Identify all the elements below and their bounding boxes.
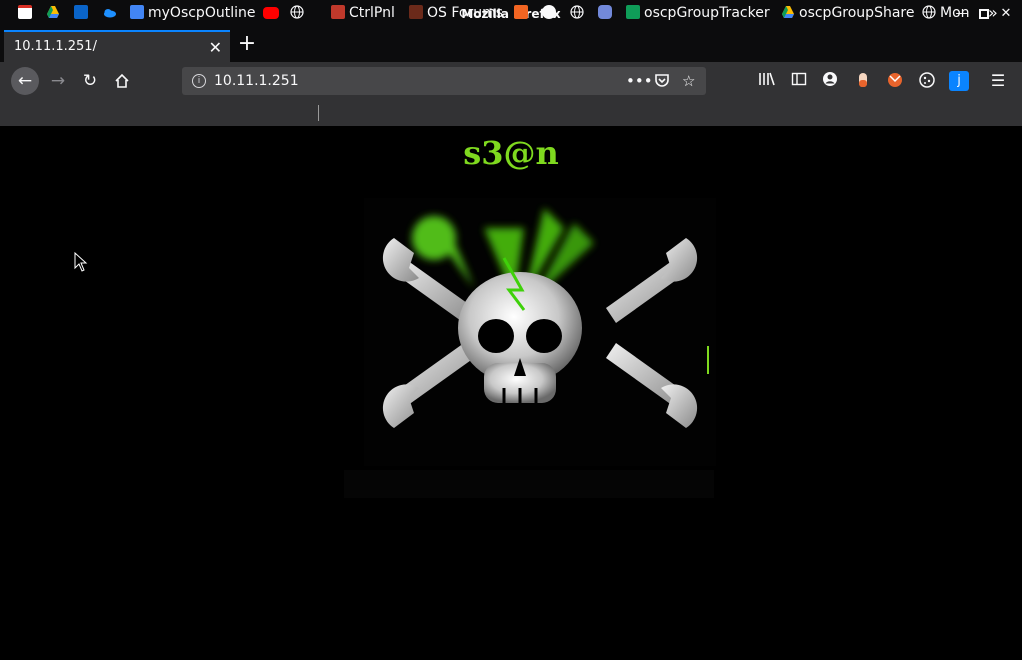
bookmark-bolt[interactable]: [514, 4, 532, 22]
google-drive-icon: [781, 5, 795, 19]
github-icon: [542, 5, 556, 19]
google-drive-icon: [46, 5, 60, 19]
google-docs-icon: [130, 5, 144, 19]
bookmark-myoscpoutline[interactable]: myOscpOutline: [130, 4, 255, 22]
tab-active[interactable]: 10.11.1.251/ ✕: [4, 30, 230, 62]
page-actions-icon[interactable]: •••: [626, 72, 653, 90]
extension-j-icon[interactable]: j: [949, 71, 969, 91]
sidebar-icon[interactable]: [789, 71, 809, 91]
text-cursor: [707, 346, 709, 374]
google-sheets-icon: [626, 5, 640, 19]
page-heading: s3@n: [463, 134, 559, 172]
skull-wrench-logo: [364, 198, 716, 466]
tab-strip: 10.11.1.251/ ✕: [0, 30, 1022, 62]
pocket-icon[interactable]: [654, 72, 670, 92]
url-bar[interactable]: i 10.11.1.251 ••• ☆: [182, 67, 706, 95]
globe-icon: [290, 5, 304, 19]
bookmark-label: oscpGroupShare: [799, 5, 915, 21]
bookmark-youtube[interactable]: [263, 4, 283, 22]
discord-icon: [598, 5, 612, 19]
bookmark-discord[interactable]: [598, 4, 616, 22]
tab-close-icon[interactable]: ✕: [209, 38, 222, 57]
page-content: s3@n: [4, 126, 1018, 656]
bookmark-oscpgroupshare[interactable]: oscpGroupShare: [781, 4, 914, 22]
bookmark-label: myOscpOutline: [148, 5, 256, 21]
bookmarks-toolbar: [0, 100, 1022, 126]
hamburger-menu-icon[interactable]: ☰: [988, 71, 1008, 91]
account-icon[interactable]: [820, 71, 840, 91]
bookmark-ctrlpnl[interactable]: CtrlPnl: [331, 4, 395, 22]
back-icon[interactable]: ←: [11, 67, 39, 95]
bookmark-globe-1[interactable]: [290, 4, 308, 22]
bookmark-label: oscpGroupTracker: [644, 5, 770, 21]
home-icon[interactable]: [108, 67, 136, 95]
globe-icon: [922, 5, 936, 19]
extension-foxyproxy-icon[interactable]: [885, 71, 905, 91]
mouse-pointer-icon: [74, 251, 88, 276]
globe-icon: [570, 5, 584, 19]
extension-capsule-icon[interactable]: [853, 71, 873, 91]
bookmark-oscpgrouptracker[interactable]: oscpGroupTracker: [626, 4, 770, 22]
ctrlpnl-icon: [331, 5, 345, 19]
extension-cookie-icon[interactable]: [917, 71, 937, 91]
bookmark-label: Mon: [940, 5, 970, 21]
bookmark-separator: [318, 105, 319, 121]
bookmark-github[interactable]: [542, 4, 560, 22]
forward-icon[interactable]: →: [44, 67, 72, 95]
bookmark-label: OS Forums: [427, 5, 504, 21]
bookmark-gmail[interactable]: [18, 4, 36, 22]
outlook-icon: [74, 5, 88, 19]
close-window-icon[interactable]: ✕: [998, 6, 1014, 22]
bookmark-os-forums[interactable]: OS Forums: [409, 4, 503, 22]
bookmark-globe-2[interactable]: [570, 4, 588, 22]
site-info-icon[interactable]: i: [192, 74, 206, 88]
new-tab-icon[interactable]: +: [236, 33, 258, 55]
terminal-input[interactable]: [344, 470, 714, 498]
bookmarks-overflow-icon[interactable]: »: [988, 4, 998, 22]
bookmark-onedrive[interactable]: [102, 4, 120, 22]
bookmark-mon[interactable]: Mon: [922, 4, 970, 22]
reload-icon[interactable]: ↻: [76, 67, 104, 95]
tab-title: 10.11.1.251/: [14, 39, 97, 54]
url-text[interactable]: 10.11.1.251: [214, 73, 299, 89]
onedrive-icon: [102, 5, 116, 19]
bookmark-google-drive[interactable]: [46, 4, 64, 22]
library-icon[interactable]: [757, 71, 777, 91]
bolt-icon: [514, 5, 528, 19]
gmail-icon: [18, 5, 32, 19]
bookmark-outlook[interactable]: [74, 4, 92, 22]
bookmark-star-icon[interactable]: ☆: [682, 72, 695, 90]
youtube-icon: [263, 7, 279, 19]
forums-icon: [409, 5, 423, 19]
bookmark-label: CtrlPnl: [349, 5, 395, 21]
